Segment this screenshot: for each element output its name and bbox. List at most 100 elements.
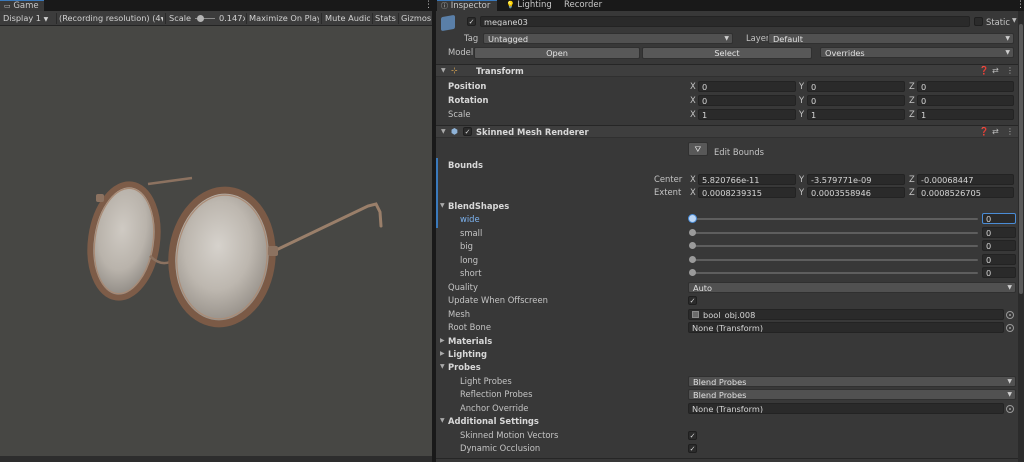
foldout-arrow-icon[interactable]: ▼	[441, 126, 446, 138]
blendshape-short-knob[interactable]	[689, 269, 696, 276]
lighting-label[interactable]: Lighting	[448, 348, 487, 360]
blendshape-big-track[interactable]	[692, 245, 978, 247]
game-viewport[interactable]	[0, 26, 432, 456]
scale-x-field[interactable]: 1	[698, 109, 796, 120]
extent-y-field[interactable]: 0.0003558946	[807, 187, 905, 198]
blendshape-wide-field[interactable]: 0	[982, 213, 1016, 224]
dynamic-occlusion-checkbox[interactable]: ✓	[688, 444, 697, 453]
mesh-field[interactable]: bool_obj.008	[688, 309, 1004, 320]
rotation-z-axis[interactable]: Z	[909, 94, 915, 106]
position-z-axis[interactable]: Z	[909, 80, 915, 92]
scale-slider[interactable]: Scale 0.147x	[169, 11, 245, 26]
light-probes-dropdown[interactable]: Blend Probes ▼	[688, 376, 1016, 387]
center-y-field[interactable]: -3.579771e-09	[807, 174, 905, 185]
active-checkbox[interactable]: ✓	[467, 17, 476, 26]
help-icon[interactable]: ❓	[979, 65, 989, 77]
blendshape-big-field[interactable]: 0	[982, 240, 1016, 251]
update-when-offscreen-checkbox[interactable]: ✓	[688, 296, 697, 305]
display-dropdown[interactable]: Display 1 ▼	[3, 11, 55, 26]
mesh-picker-icon[interactable]	[1006, 311, 1014, 319]
blendshape-short-track[interactable]	[692, 272, 978, 274]
blendshape-long-knob[interactable]	[689, 256, 696, 263]
object-name-field[interactable]: megane03	[480, 16, 970, 27]
stats-toggle[interactable]: Stats	[375, 11, 397, 26]
rotation-x-axis[interactable]: X	[690, 94, 696, 106]
extent-x-field[interactable]: 0.0008239315	[698, 187, 796, 198]
materials-label[interactable]: Materials	[448, 335, 492, 347]
anchor-override-picker-icon[interactable]	[1006, 405, 1014, 413]
component-menu-icon[interactable]: ⋮	[1006, 126, 1014, 138]
layer-dropdown[interactable]: Default ▼	[768, 33, 1014, 44]
blendshape-short-field[interactable]: 0	[982, 267, 1016, 278]
preset-icon[interactable]: ⇄	[992, 126, 999, 138]
skinned-mesh-renderer-header[interactable]: ▼ ⬢ ✓ Skinned Mesh Renderer ❓ ⇄ ⋮	[436, 125, 1018, 138]
preset-icon[interactable]: ⇄	[992, 65, 999, 77]
inspector-scrollbar-thumb[interactable]	[1019, 24, 1023, 294]
rotation-x-field[interactable]: 0	[698, 95, 796, 106]
position-y-axis[interactable]: Y	[799, 80, 804, 92]
scale-y-axis[interactable]: Y	[799, 108, 804, 120]
scale-z-axis[interactable]: Z	[909, 108, 915, 120]
foldout-arrow-icon[interactable]: ▼	[441, 65, 446, 77]
rotation-y-axis[interactable]: Y	[799, 94, 804, 106]
center-x-axis[interactable]: X	[690, 173, 696, 185]
quality-dropdown[interactable]: Auto ▼	[688, 282, 1016, 293]
rotation-z-field[interactable]: 0	[917, 95, 1014, 106]
materials-foldout-icon[interactable]: ▶	[440, 335, 445, 347]
blendshape-big-knob[interactable]	[689, 242, 696, 249]
blendshape-wide-track[interactable]	[692, 218, 978, 220]
skinned-motion-vectors-checkbox[interactable]: ✓	[688, 431, 697, 440]
position-y-field[interactable]: 0	[807, 81, 905, 92]
renderer-enabled-checkbox[interactable]: ✓	[463, 127, 472, 136]
center-z-axis[interactable]: Z	[909, 173, 915, 185]
tab-lighting[interactable]: 💡 Lighting	[502, 0, 558, 11]
probes-label[interactable]: Probes	[448, 361, 481, 373]
root-bone-field[interactable]: None (Transform)	[688, 322, 1004, 333]
transform-header[interactable]: ▼ ⊹ Transform ❓ ⇄ ⋮	[436, 64, 1018, 77]
probes-foldout-icon[interactable]: ▼	[440, 361, 445, 373]
extent-y-axis[interactable]: Y	[799, 186, 804, 198]
gizmos-toggle[interactable]: Gizmos	[401, 11, 432, 26]
position-z-field[interactable]: 0	[917, 81, 1014, 92]
scale-y-field[interactable]: 1	[807, 109, 905, 120]
mute-audio-toggle[interactable]: Mute Audio	[325, 11, 370, 26]
lighting-foldout-icon[interactable]: ▶	[440, 348, 445, 360]
blendshapes-label[interactable]: BlendShapes	[448, 200, 509, 212]
blendshape-small-track[interactable]	[692, 232, 978, 234]
help-icon[interactable]: ❓	[979, 126, 989, 138]
tab-game[interactable]: ▭ Game	[0, 0, 44, 11]
center-y-axis[interactable]: Y	[799, 173, 804, 185]
inspector-menu-icon[interactable]: ⋮	[1016, 0, 1024, 11]
tag-dropdown[interactable]: Untagged ▼	[483, 33, 733, 44]
tab-inspector[interactable]: ⓘ Inspector	[437, 0, 497, 11]
edit-bounds-button[interactable]: ⛛	[688, 142, 708, 156]
resolution-dropdown[interactable]: (Recording resolution) (4▼	[59, 11, 163, 26]
position-x-axis[interactable]: X	[690, 80, 696, 92]
scale-z-field[interactable]: 1	[917, 109, 1014, 120]
position-x-field[interactable]: 0	[698, 81, 796, 92]
maximize-on-play-toggle[interactable]: Maximize On Play	[249, 11, 319, 26]
static-checkbox[interactable]	[974, 17, 983, 26]
blendshape-long-track[interactable]	[692, 259, 978, 261]
anchor-override-field[interactable]: None (Transform)	[688, 403, 1004, 414]
extent-z-field[interactable]: 0.0008526705	[917, 187, 1014, 198]
blendshape-small-field[interactable]: 0	[982, 227, 1016, 238]
scale-slider-knob[interactable]	[197, 15, 204, 22]
additional-settings-foldout-icon[interactable]: ▼	[440, 415, 445, 427]
reflection-probes-dropdown[interactable]: Blend Probes ▼	[688, 389, 1016, 400]
tab-recorder[interactable]: Recorder	[560, 0, 604, 11]
extent-x-axis[interactable]: X	[690, 186, 696, 198]
center-z-field[interactable]: -0.00068447	[917, 174, 1014, 185]
root-bone-picker-icon[interactable]	[1006, 324, 1014, 332]
scale-x-axis[interactable]: X	[690, 108, 696, 120]
rotation-y-field[interactable]: 0	[807, 95, 905, 106]
blendshapes-foldout-icon[interactable]: ▼	[440, 200, 445, 212]
open-button[interactable]: Open	[474, 47, 640, 59]
center-x-field[interactable]: 5.820766e-11	[698, 174, 796, 185]
additional-settings-label[interactable]: Additional Settings	[448, 415, 539, 427]
blendshape-long-field[interactable]: 0	[982, 254, 1016, 265]
extent-z-axis[interactable]: Z	[909, 186, 915, 198]
select-button[interactable]: Select	[642, 47, 812, 59]
blendshape-wide-knob[interactable]	[689, 215, 696, 222]
overrides-dropdown[interactable]: Overrides ▼	[820, 47, 1014, 58]
